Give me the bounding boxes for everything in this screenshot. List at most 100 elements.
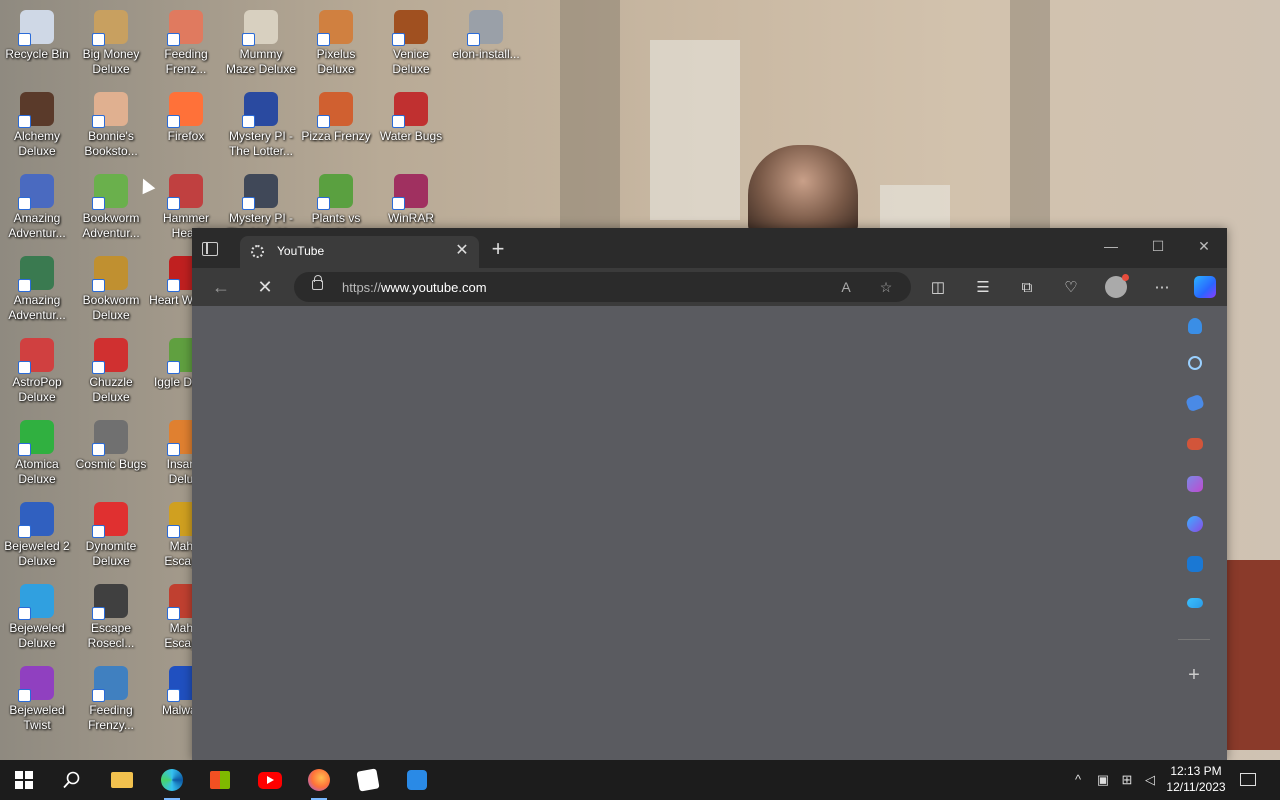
fish-icon xyxy=(167,10,203,46)
add-sidebar-app-icon[interactable]: + xyxy=(1182,663,1206,687)
stop-loading-icon[interactable]: ✕ xyxy=(252,274,278,300)
desktop-icon-label: elon-install... xyxy=(452,47,520,61)
desktop-icon[interactable]: Amazing Adventur... xyxy=(0,250,74,332)
file-explorer-icon[interactable] xyxy=(106,764,138,796)
desktop-icon[interactable]: Firefox xyxy=(149,86,223,168)
desktop-icon[interactable]: Amazing Adventur... xyxy=(0,168,74,250)
desktop-icon[interactable]: Bookworm Deluxe xyxy=(74,250,148,332)
edge-taskbar-icon[interactable] xyxy=(156,764,188,800)
read-aloud-icon[interactable]: A xyxy=(836,277,856,297)
desktop-icon[interactable]: Mummy Maze Deluxe xyxy=(224,4,298,86)
desktop-icon[interactable]: elon-install... xyxy=(449,4,523,86)
tab-youtube[interactable]: YouTube ✕ xyxy=(240,236,479,268)
desktop-icon-label: Venice Deluxe xyxy=(392,47,430,76)
youtube-taskbar-icon[interactable] xyxy=(254,764,286,796)
tab-close-icon[interactable]: ✕ xyxy=(453,242,471,260)
url-text[interactable]: https://www.youtube.com xyxy=(342,280,487,295)
plants-icon xyxy=(317,174,353,210)
notifications-icon[interactable] xyxy=(1238,770,1258,790)
desktop-icon[interactable]: Mystery PI - The Lotter... xyxy=(224,86,298,168)
split-screen-icon[interactable]: ◫ xyxy=(926,276,950,300)
search-button[interactable] xyxy=(56,764,88,796)
desktop-icon-label: Bookworm Adventur... xyxy=(82,211,140,240)
desktop-icon[interactable]: Dynomite Deluxe xyxy=(74,496,148,578)
desktop-icon-label: Alchemy Deluxe xyxy=(13,129,60,158)
book-icon xyxy=(92,256,128,292)
gondola-icon xyxy=(392,10,428,46)
desktop-icon[interactable]: Escape Rosecl... xyxy=(74,578,148,660)
desktop-icon[interactable]: Alchemy Deluxe xyxy=(0,86,74,168)
clock-date: 12/11/2023 xyxy=(1166,780,1226,794)
desktop-icon-label: Cosmic Bugs xyxy=(75,457,147,471)
desktop-icon-label: Feeding Frenz... xyxy=(164,47,208,76)
system-clock[interactable]: 12:13 PM 12/11/2023 xyxy=(1160,763,1232,795)
bonnie-icon xyxy=(92,92,128,128)
desktop-icon[interactable]: Atomica Deluxe xyxy=(0,414,74,496)
title-bar[interactable]: YouTube ✕ + — ☐ ✕ xyxy=(192,228,1227,268)
desktop-icon[interactable]: Pixelus Deluxe xyxy=(299,4,373,86)
desktop-icon[interactable]: Venice Deluxe xyxy=(374,4,448,86)
edge-browser-window[interactable]: YouTube ✕ + — ☐ ✕ ← ✕ https://www.youtub… xyxy=(192,228,1227,761)
profile-avatar[interactable] xyxy=(1105,274,1129,298)
games-icon[interactable] xyxy=(1187,476,1203,492)
desktop-icon[interactable]: Recycle Bin xyxy=(0,4,74,86)
address-bar[interactable]: https://www.youtube.com A ☆ xyxy=(294,272,911,302)
maximize-button[interactable]: ☐ xyxy=(1143,234,1173,258)
desktop-icon[interactable]: AstroPop Deluxe xyxy=(0,332,74,414)
desktop-icon[interactable]: Bejeweled Deluxe xyxy=(0,578,74,660)
desktop-icon[interactable]: Chuzzle Deluxe xyxy=(74,332,148,414)
tools-briefcase-icon[interactable] xyxy=(1187,438,1203,450)
more-options-icon[interactable]: ⋯ xyxy=(1150,276,1174,300)
browser-essentials-icon[interactable]: ♡ xyxy=(1059,276,1083,300)
desktop-icon-label: Pixelus Deluxe xyxy=(316,47,356,76)
desktop-icon[interactable]: Pizza Frenzy xyxy=(299,86,373,168)
new-tab-button[interactable]: + xyxy=(487,238,509,260)
tab-actions-icon[interactable] xyxy=(202,242,218,256)
favorite-star-icon[interactable]: ☆ xyxy=(876,277,896,297)
start-button[interactable] xyxy=(8,764,40,796)
wizard-icon xyxy=(18,92,54,128)
shopping-tag-icon[interactable] xyxy=(1185,393,1205,413)
collections-icon[interactable]: ⧉ xyxy=(1015,276,1039,300)
url-host: www.youtube.com xyxy=(381,280,487,295)
app-launcher-icon[interactable] xyxy=(401,764,433,796)
desktop-icon[interactable]: Feeding Frenzy... xyxy=(74,660,148,742)
microsoft-365-icon[interactable] xyxy=(1187,516,1203,532)
page-content[interactable] xyxy=(192,306,1162,761)
close-button[interactable]: ✕ xyxy=(1189,234,1219,258)
minimize-button[interactable]: — xyxy=(1096,234,1126,258)
loading-spinner-icon xyxy=(251,245,264,258)
gem-icon xyxy=(18,584,54,620)
show-hidden-icons-icon[interactable]: ^ xyxy=(1068,770,1088,790)
winrar-icon xyxy=(392,174,428,210)
search-icon xyxy=(63,771,80,789)
mummy-icon xyxy=(242,10,278,46)
back-icon[interactable]: ← xyxy=(208,274,234,300)
volume-muted-icon[interactable]: ◁ xyxy=(1140,770,1160,790)
clock-time: 12:13 PM xyxy=(1170,764,1222,778)
copilot-icon[interactable] xyxy=(1194,276,1216,298)
money-bag-icon xyxy=(92,10,128,46)
firefox-taskbar-icon[interactable] xyxy=(303,764,335,800)
desktop-icon[interactable]: Cosmic Bugs xyxy=(74,414,148,496)
meet-now-icon[interactable]: ▣ xyxy=(1093,770,1113,790)
lock-icon[interactable] xyxy=(312,275,323,290)
toolbar: ← ✕ https://www.youtube.com A ☆ ◫ ☰ ⧉ ♡ … xyxy=(192,268,1227,306)
desktop-icon[interactable]: Bejeweled 2 Deluxe xyxy=(0,496,74,578)
desktop-icon[interactable]: Bonnie's Booksto... xyxy=(74,86,148,168)
desktop-icon[interactable]: Bejeweled Twist xyxy=(0,660,74,742)
microsoft-store-icon[interactable] xyxy=(204,764,236,796)
url-prefix: https:// xyxy=(342,280,382,295)
network-icon[interactable]: ⊞ xyxy=(1117,770,1137,790)
outlook-icon[interactable] xyxy=(1187,556,1203,572)
favorites-icon[interactable]: ☰ xyxy=(971,276,995,300)
desktop-icon[interactable]: Big Money Deluxe xyxy=(74,4,148,86)
solitaire-icon[interactable] xyxy=(352,764,384,796)
notifications-bell-icon[interactable] xyxy=(1188,318,1202,334)
drop-send-icon[interactable] xyxy=(1187,598,1203,608)
bejeweled-twist-icon xyxy=(18,666,54,702)
firefox-icon xyxy=(167,92,203,128)
desktop-icon[interactable]: Feeding Frenz... xyxy=(149,4,223,86)
search-icon[interactable] xyxy=(1188,356,1202,370)
desktop-icon[interactable]: Water Bugs xyxy=(374,86,448,168)
